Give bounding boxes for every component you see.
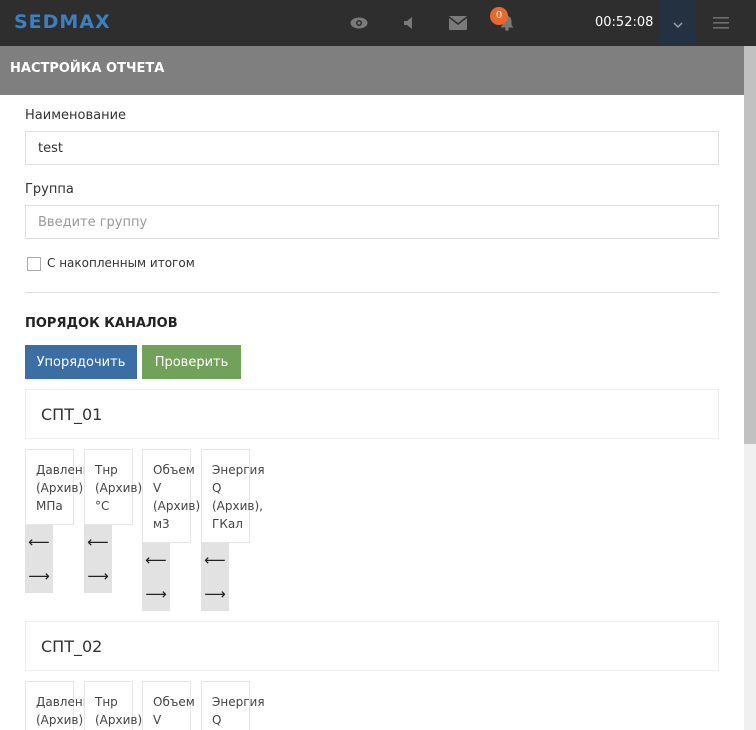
cumulative-checkbox[interactable] [27,257,41,271]
channel-card[interactable]: Энергия Q (Архив), ГКал [201,449,265,543]
channel-card-label: Тнр (Архив), [95,695,146,727]
page-title: НАСТРОЙКА ОТЧЕТА [10,61,165,76]
notification-badge: 0 [490,7,508,25]
channel-group-name: СПТ_01 [41,405,103,424]
channel-card[interactable]: Объем V [142,681,195,730]
clock: 00:52:08 [595,15,654,30]
move-right-button[interactable]: ⟶ [142,577,170,611]
channel-move-controls: ⟵ ⟶ [84,525,112,593]
envelope-icon[interactable] [447,12,469,34]
channel-move-controls: ⟵ ⟶ [142,543,170,611]
sort-button[interactable]: Упорядочить [25,345,137,379]
name-label: Наименование [25,108,127,123]
channel-group: СПТ_02 [25,621,719,671]
name-input[interactable] [25,131,719,165]
channel-card[interactable]: Давление (Архив), [25,681,98,730]
report-settings-header: НАСТРОЙКА ОТЧЕТА [0,46,744,95]
channel-group-name: СПТ_02 [41,637,103,656]
app-logo[interactable]: SEDMAX [14,11,111,33]
channel-card[interactable]: Тнр (Архив), [84,681,146,730]
channel-card-label: Энергия Q (Архив), ГКал [212,463,265,531]
top-navbar: SEDMAX 0 00:52:08 [0,0,756,46]
volume-icon[interactable] [398,12,420,34]
channel-card-label: Объем V (Архив), м3 [153,463,204,531]
move-right-button[interactable]: ⟶ [25,559,53,593]
user-dropdown-button[interactable] [660,0,696,46]
divider [25,292,719,293]
cumulative-label: С накопленным итогом [47,256,195,270]
chevron-down-icon [673,14,683,33]
channel-card-label: Объем V [153,695,195,727]
move-left-button[interactable]: ⟵ [25,525,53,559]
vertical-scrollbar[interactable] [744,46,756,730]
channel-move-controls: ⟵ ⟶ [25,525,53,593]
move-left-button[interactable]: ⟵ [84,525,112,559]
eye-icon[interactable] [348,12,370,34]
channel-card[interactable]: Тнр (Архив), °C [84,449,146,525]
move-right-button[interactable]: ⟶ [201,577,229,611]
channel-group: СПТ_01 [25,389,719,439]
hamburger-icon [713,14,729,33]
channel-card[interactable]: Объем V (Архив), м3 [142,449,204,543]
channel-card[interactable]: Давление (Архив), МПа [25,449,98,525]
move-right-button[interactable]: ⟶ [84,559,112,593]
scrollbar-thumb[interactable] [744,46,756,444]
channel-card-label: Тнр (Архив), °C [95,463,146,513]
check-button[interactable]: Проверить [142,345,241,379]
move-left-button[interactable]: ⟵ [142,543,170,577]
channel-card[interactable]: Энергия Q [201,681,265,730]
channel-order-heading: ПОРЯДОК КАНАЛОВ [25,316,178,331]
channel-card-label: Энергия Q [212,695,265,727]
channel-move-controls: ⟵ ⟶ [201,543,229,611]
move-left-button[interactable]: ⟵ [201,543,229,577]
group-input[interactable] [25,205,719,239]
group-label: Группа [25,182,74,197]
menu-button[interactable] [705,0,737,46]
